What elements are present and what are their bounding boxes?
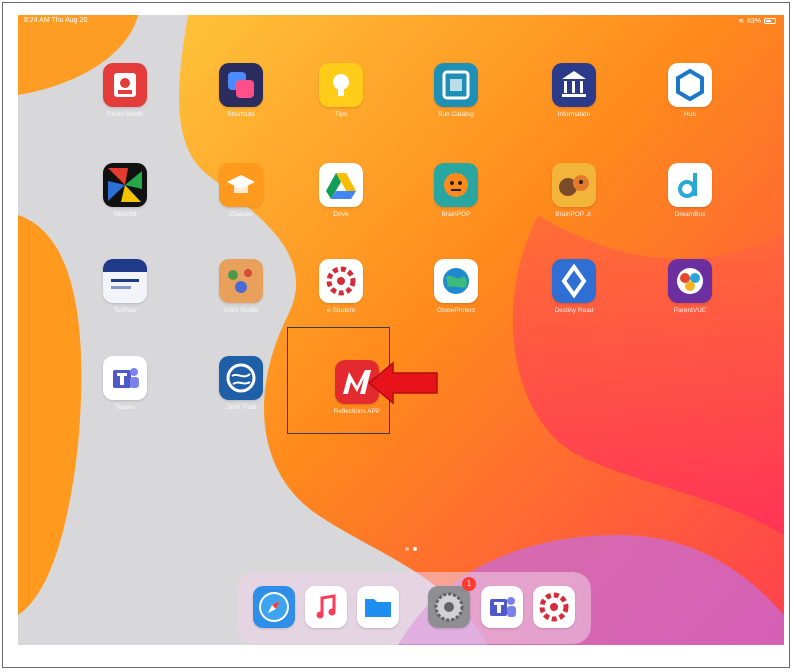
globeprotect-icon — [434, 259, 478, 303]
teams-icon — [103, 356, 147, 400]
ipad-home-screen: 8:24 AM Thu Aug 20 ≋ 83% Photo Booth Sho… — [18, 15, 784, 645]
page-dot — [405, 547, 409, 551]
screenshot-frame: 8:24 AM Thu Aug 20 ≋ 83% Photo Booth Sho… — [2, 2, 790, 668]
photo-booth-icon — [103, 63, 147, 107]
app-dreambox[interactable]: DreamBox — [635, 163, 745, 218]
brainpop-jr-icon — [552, 163, 596, 207]
jamf-trust-icon — [219, 356, 263, 400]
status-time: 8:24 AM Thu Aug 20 — [24, 17, 88, 24]
sun-catalog-icon — [434, 63, 478, 107]
red-arrow-annotation — [367, 361, 438, 405]
app-information[interactable]: Information — [519, 63, 629, 118]
sketchit-icon — [103, 163, 147, 207]
app-photo-booth[interactable]: Photo Booth — [70, 63, 180, 118]
safari-icon[interactable] — [253, 586, 295, 628]
information-icon — [552, 63, 596, 107]
app-parentvue[interactable]: ParentVUE — [635, 259, 745, 314]
app-brainpop[interactable]: BrainPOP — [401, 163, 511, 218]
google-drive-icon — [319, 163, 363, 207]
dreambox-icon — [668, 163, 712, 207]
e-student-icon — [319, 259, 363, 303]
app-globeprotect[interactable]: GlobeProtect — [401, 259, 511, 314]
battery-percentage: 83% — [746, 17, 761, 25]
tips-icon — [319, 63, 363, 107]
app-brainpop-jr[interactable]: BrainPOP Jr. — [519, 163, 629, 218]
files-icon[interactable] — [357, 586, 399, 628]
app-artist-studio[interactable]: Artist Studio — [186, 259, 296, 314]
app-tips[interactable]: Tips — [286, 63, 396, 118]
artist-studio-icon — [219, 259, 263, 303]
brainpop-icon — [434, 163, 478, 207]
page-dot-active — [413, 547, 417, 551]
app-drive[interactable]: Drive — [286, 163, 396, 218]
battery-icon — [764, 18, 776, 24]
wifi-icon: ≋ — [738, 18, 744, 25]
app-teams[interactable]: Teams — [70, 356, 180, 411]
page-indicator[interactable] — [405, 547, 417, 551]
app-sun-catalog[interactable]: Sun Catalog — [401, 63, 511, 118]
music-icon[interactable] — [305, 586, 347, 628]
app-destiny-read[interactable]: Destiny Read — [519, 259, 629, 314]
dock — [238, 572, 591, 644]
e-student-icon[interactable] — [533, 586, 575, 628]
testnav-icon — [103, 259, 147, 303]
app-e-student[interactable]: e-Student — [286, 259, 396, 314]
notification-badge: 1 — [462, 577, 476, 591]
parentvue-icon — [668, 259, 712, 303]
teams-icon[interactable] — [481, 586, 523, 628]
app-jamf-trust[interactable]: Jamf Trust — [186, 356, 296, 411]
app-classes[interactable]: Classes — [186, 163, 296, 218]
app-hub[interactable]: Hub — [635, 63, 745, 118]
app-testnav[interactable]: TestNav — [70, 259, 180, 314]
app-sketchit[interactable]: Sketchit — [70, 163, 180, 218]
classes-icon — [219, 163, 263, 207]
status-bar: 8:24 AM Thu Aug 20 ≋ 83% — [18, 15, 784, 29]
destiny-read-icon — [552, 259, 596, 303]
app-shortcuts[interactable]: Shortcuts — [186, 63, 296, 118]
settings-icon[interactable] — [428, 586, 470, 628]
hub-icon — [668, 63, 712, 107]
shortcuts-icon — [219, 63, 263, 107]
